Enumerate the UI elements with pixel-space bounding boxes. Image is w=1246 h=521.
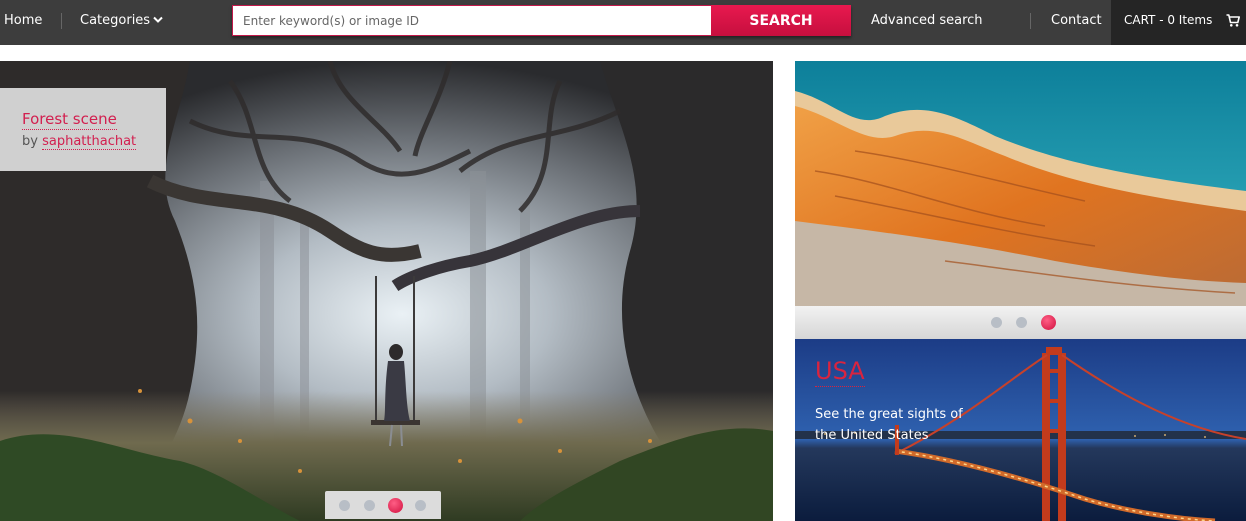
side-image-slider[interactable] bbox=[795, 61, 1246, 339]
advanced-search-link[interactable]: Advanced search bbox=[871, 13, 983, 28]
slide-dot-3-active[interactable] bbox=[388, 498, 403, 513]
slide-dot-4[interactable] bbox=[415, 500, 426, 511]
cart-label: CART - 0 Items bbox=[1124, 13, 1213, 27]
cart-button[interactable]: CART - 0 Items bbox=[1111, 0, 1246, 45]
slide-dot-1[interactable] bbox=[991, 317, 1002, 328]
caption-byline: by saphatthachat bbox=[22, 134, 137, 150]
slide-dot-3-active[interactable] bbox=[1041, 315, 1056, 330]
search-bar: SEARCH bbox=[232, 5, 851, 36]
chevron-down-icon bbox=[153, 13, 163, 28]
usa-promo-banner[interactable]: USA See the great sights of the United S… bbox=[795, 339, 1246, 521]
slide-dot-1[interactable] bbox=[339, 500, 350, 511]
promo-title[interactable]: USA bbox=[815, 356, 865, 387]
nav-home-link[interactable]: Home bbox=[4, 13, 42, 28]
nav-contact-link[interactable]: Contact bbox=[1051, 13, 1102, 28]
byline-prefix: by bbox=[22, 134, 38, 149]
top-navigation-bar: Home Categories SEARCH Advanced search C… bbox=[0, 0, 1246, 45]
nav-categories-menu[interactable]: Categories bbox=[80, 13, 163, 28]
nav-divider bbox=[1030, 13, 1031, 29]
featured-slider-pager bbox=[325, 491, 441, 519]
shopping-cart-icon bbox=[1226, 14, 1240, 31]
search-button[interactable]: SEARCH bbox=[711, 5, 851, 36]
featured-image-slider[interactable]: Forest scene by saphatthachat bbox=[0, 61, 773, 521]
nav-divider bbox=[61, 13, 62, 29]
image-caption: Forest scene by saphatthachat bbox=[0, 88, 166, 171]
side-slider-pager bbox=[795, 306, 1246, 339]
landscape-image[interactable] bbox=[795, 61, 1246, 306]
slide-dot-2[interactable] bbox=[1016, 317, 1027, 328]
author-link[interactable]: saphatthachat bbox=[42, 134, 137, 150]
promo-description: See the great sights of the United State… bbox=[815, 407, 963, 443]
featured-image-title[interactable]: Forest scene bbox=[22, 110, 117, 130]
nav-categories-label: Categories bbox=[80, 13, 151, 28]
search-input[interactable] bbox=[232, 5, 711, 36]
slide-dot-2[interactable] bbox=[364, 500, 375, 511]
